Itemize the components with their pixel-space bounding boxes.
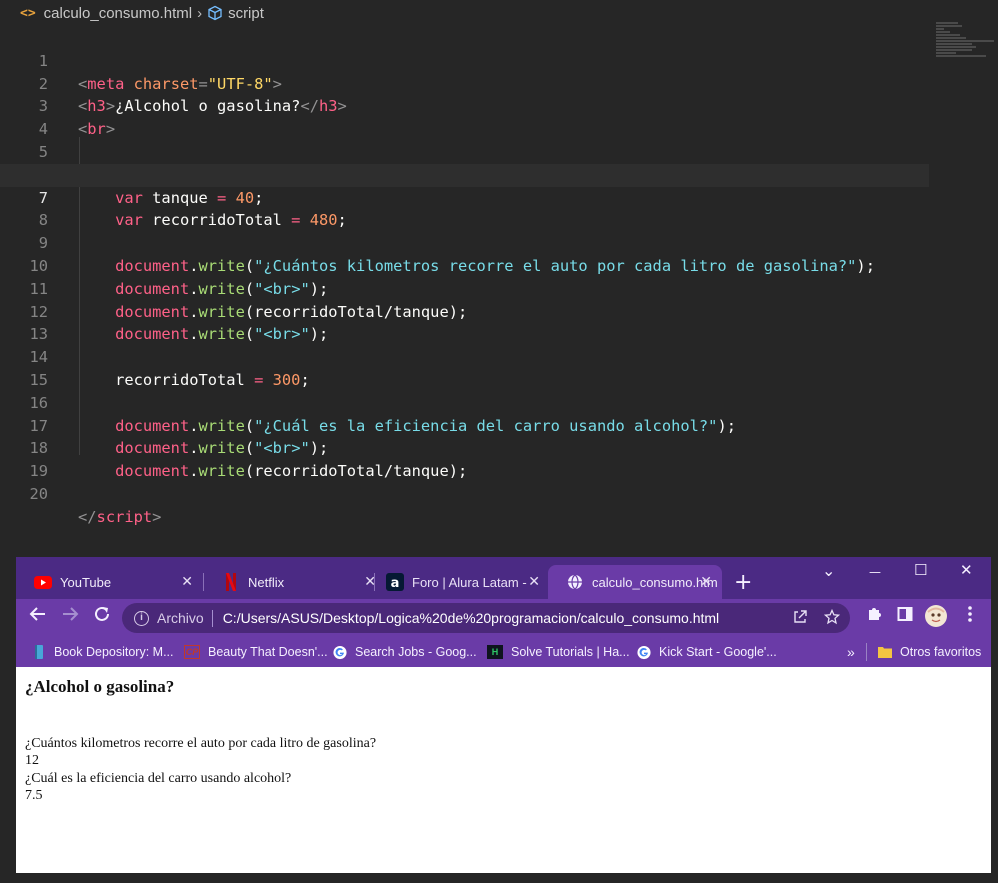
- breadcrumb: <> calculo_consumo.html › script: [0, 0, 998, 26]
- output-line: 7.5: [25, 788, 43, 803]
- code-line-active[interactable]: 7 var recorridoTotal = 480;: [0, 163, 929, 229]
- scheme-label: Archivo: [157, 610, 204, 626]
- netflix-icon: [222, 573, 240, 591]
- tab-label: Foro | Alura Latam -: [412, 574, 527, 590]
- forward-arrow-icon[interactable]: [58, 605, 82, 629]
- url-text[interactable]: C:/Users/ASUS/Desktop/Logica%20de%20prog…: [223, 610, 719, 626]
- bookmark-search-jobs[interactable]: Search Jobs - Goog...: [333, 642, 477, 662]
- tab-youtube[interactable]: YouTube ✕: [16, 565, 203, 599]
- google-icon: [637, 645, 651, 659]
- breadcrumb-file[interactable]: calculo_consumo.html: [44, 5, 192, 22]
- omnibox-divider: [211, 609, 213, 627]
- reload-icon[interactable]: [90, 605, 114, 629]
- breadcrumb-symbol[interactable]: script: [228, 5, 264, 22]
- code-line[interactable]: 14 recorridoTotal = 300;: [0, 323, 998, 389]
- bookmark-label: Beauty That Doesn'...: [208, 645, 328, 659]
- line-number: 20: [29, 484, 48, 503]
- tab-alura[interactable]: a Foro | Alura Latam - ✕: [368, 565, 550, 599]
- folder-icon: [878, 645, 892, 659]
- code-line[interactable]: 1 <meta charset="UTF-8">: [0, 27, 998, 93]
- output-line: 12: [25, 753, 39, 768]
- output-line: ¿Cuántos kilometros recorre el auto por …: [25, 736, 377, 751]
- tab-label: YouTube: [60, 574, 112, 590]
- tab-search-icon[interactable]: ⌄: [822, 561, 835, 580]
- extensions-icon[interactable]: [862, 605, 886, 629]
- code-line[interactable]: 3 <br>: [0, 73, 998, 138]
- code-line[interactable]: 16 document.write("¿Cuál es la eficienci…: [0, 369, 998, 435]
- svg-text:a: a: [391, 576, 400, 591]
- browser-toolbar: i Archivo C:/Users/ASUS/Desktop/Logica%2…: [16, 599, 991, 637]
- code-lines[interactable]: 1 <meta charset="UTF-8"> 2 <h3>¿Alcohol …: [0, 27, 998, 526]
- back-arrow-icon[interactable]: [26, 605, 50, 629]
- close-window-button[interactable]: ✕: [960, 561, 973, 579]
- code-line[interactable]: 11 document.write(recorridoTotal/tanque)…: [0, 255, 998, 321]
- minimize-button[interactable]: —: [869, 565, 881, 579]
- close-tab-icon[interactable]: ✕: [181, 573, 193, 590]
- code-line[interactable]: 2 <h3>¿Alcohol o gasolina?</h3>: [0, 50, 998, 116]
- bookmarks-overflow-button[interactable]: »: [847, 642, 855, 662]
- code-line[interactable]: 5 <script>: [0, 118, 998, 184]
- new-tab-button[interactable]: +: [734, 570, 752, 595]
- bookmark-label: Solve Tutorials | Ha...: [511, 645, 630, 659]
- google-icon: [333, 645, 347, 659]
- bookmark-label: Search Jobs - Goog...: [355, 645, 477, 659]
- youtube-icon: [34, 573, 52, 591]
- code-line[interactable]: 17 document.write("<br>");: [0, 392, 998, 458]
- bookmark-label: Kick Start - Google'...: [659, 645, 777, 659]
- code-line[interactable]: 13: [0, 301, 998, 343]
- bookmarks-divider: [866, 643, 867, 661]
- chevron-right-icon: ›: [197, 4, 203, 22]
- avatar[interactable]: [924, 605, 948, 629]
- browser-window: YouTube ✕ Netflix ✕ a Foro | Alura Latam…: [16, 557, 991, 873]
- tab-strip: YouTube ✕ Netflix ✕ a Foro | Alura Latam…: [16, 557, 991, 599]
- tab-label: calculo_consumo.htm: [592, 574, 718, 590]
- bookmarks-bar: Book Depository: M... CP Beauty That Doe…: [16, 637, 991, 667]
- code-line[interactable]: 8: [0, 187, 998, 229]
- globe-icon: [566, 573, 584, 591]
- tab-calculo-consumo[interactable]: calculo_consumo.htm ✕: [548, 565, 722, 599]
- bookmark-label: Book Depository: M...: [54, 645, 174, 659]
- bookmark-kick-start[interactable]: Kick Start - Google'...: [637, 642, 777, 662]
- code-line[interactable]: 4: [0, 95, 998, 138]
- alura-icon: a: [386, 573, 404, 591]
- book-depository-icon: [32, 645, 46, 659]
- code-line[interactable]: 18 document.write(recorridoTotal/tanque)…: [0, 415, 998, 480]
- bookmark-book-depository[interactable]: Book Depository: M...: [32, 642, 174, 662]
- code-line[interactable]: 9 document.write("¿Cuántos kilometros re…: [0, 209, 998, 275]
- side-panel-icon[interactable]: [893, 605, 917, 629]
- code-line[interactable]: 10 document.write("<br>");: [0, 232, 998, 298]
- info-icon[interactable]: i: [134, 610, 149, 626]
- code-line[interactable]: 19: [0, 437, 998, 480]
- tab-netflix[interactable]: Netflix ✕: [204, 565, 386, 599]
- other-bookmarks-folder[interactable]: Otros favoritos: [878, 642, 981, 662]
- html-file-icon: <>: [20, 5, 36, 21]
- bookmark-label: Otros favoritos: [900, 645, 982, 659]
- web-page-content: ¿Alcohol o gasolina? ¿Cuántos kilometros…: [16, 667, 991, 873]
- bookmark-solve-tutorials[interactable]: H Solve Tutorials | Ha...: [487, 642, 630, 662]
- code-line[interactable]: 6 var tanque = 40;: [0, 141, 998, 207]
- star-icon[interactable]: [823, 608, 841, 629]
- hackerrank-icon: H: [487, 645, 503, 659]
- bookmark-beauty[interactable]: CP Beauty That Doesn'...: [184, 642, 328, 662]
- cp-icon: CP: [184, 645, 200, 659]
- output-line: ¿Cuál es la eficiencia del carro usando …: [25, 771, 292, 786]
- close-tab-icon[interactable]: ✕: [700, 573, 712, 590]
- code-line[interactable]: 12 document.write("<br>");: [0, 278, 998, 344]
- tab-label: Netflix: [248, 574, 285, 590]
- share-icon[interactable]: [792, 609, 808, 629]
- code-editor[interactable]: <> calculo_consumo.html › script 1 <meta…: [0, 0, 998, 556]
- menu-kebab-icon[interactable]: [958, 605, 982, 629]
- code-line[interactable]: 20 </script>: [0, 460, 998, 526]
- cube-icon: [207, 5, 223, 21]
- maximize-button[interactable]: ☐: [914, 561, 927, 579]
- page-heading: ¿Alcohol o gasolina?: [25, 677, 175, 696]
- address-bar[interactable]: i Archivo C:/Users/ASUS/Desktop/Logica%2…: [122, 603, 850, 633]
- close-tab-icon[interactable]: ✕: [528, 573, 540, 590]
- code-line[interactable]: 15: [0, 346, 998, 389]
